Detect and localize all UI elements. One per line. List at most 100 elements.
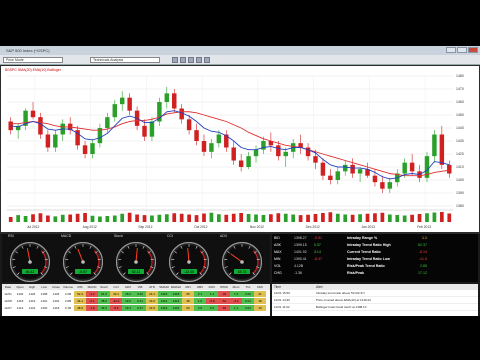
volume-bar [75,213,80,222]
column-header[interactable]: Open [14,284,26,290]
table-cell: 40.1 [110,291,122,297]
table-cell: 0.02 [242,291,254,297]
x-tick-label: Sep 2012 [138,225,152,229]
y-tick-label: 1390 [456,191,464,195]
volume-bar [112,215,117,222]
column-header[interactable]: MACD [86,284,98,290]
log-time: 12/31 14:30 [274,298,290,302]
column-header[interactable]: Date [2,284,14,290]
column-header[interactable]: RSI [74,284,86,290]
zoom-out-icon[interactable] [180,57,186,63]
candle-body [409,162,415,172]
column-header[interactable]: DMI [254,284,266,290]
log-row[interactable]: 12/31 15:59 Intraday trend ratio above 50… [272,290,478,297]
table-cell: 19 [254,305,266,311]
volume-bar [8,217,13,222]
volume-bar [254,214,258,222]
x-tick-label: Aug 2012 [83,225,97,229]
gauge-title: CCI [167,234,174,238]
column-header[interactable]: Mom [230,284,242,290]
price-chart[interactable]: 1480 1470 1460 1450 1440 1430 1420 1410 1400 1390… [1,66,479,232]
table-cell: 1400 [40,306,48,310]
candle-body [238,160,244,167]
volume-bar [246,214,251,222]
table-row[interactable]: 12/27 1419 1422 1400 1418 3.1B 48.9 -1.8 44.0 -8.… [2,305,270,311]
candle-body [112,104,118,118]
table-row[interactable]: 12/31 1402 1426 1398 1426 3.2B 52.4 -1.2 61.3 40.… [2,291,270,297]
maximize-button[interactable] [457,47,467,53]
svg-text:18.73: 18.73 [238,270,247,274]
table-cell: -2.1 [86,298,98,304]
column-header[interactable]: Volume [62,284,74,290]
volume-bar [261,215,266,222]
column-header[interactable]: OBV [194,284,206,290]
column-header[interactable]: ROC [206,284,218,290]
candle-body [127,97,132,111]
gauge-title: ADX [220,234,228,238]
column-header[interactable]: EMA10 [170,284,182,290]
mode-select[interactable]: Price Mode [3,57,63,63]
candle-body [342,164,348,172]
svg-text:-0.97: -0.97 [79,270,87,274]
column-header[interactable]: ATR [146,284,158,290]
table-cell: 12/31 [4,292,12,296]
table-cell: 48.9 [74,305,86,311]
column-header[interactable]: High [26,284,38,290]
volume-bar [23,216,28,222]
table-cell: 0.47 [134,305,146,311]
column-header[interactable]: Low [38,284,50,290]
table-cell: 19.4 [122,305,134,311]
minimize-button[interactable] [446,47,456,53]
volume-bar [313,214,318,222]
gauge-dial: -0.97 [62,241,104,283]
candle-body [447,164,452,174]
zoom-in-icon[interactable] [172,57,178,63]
summary-label: Intraday Range % [347,236,378,240]
log-message: Price crossed above EMA(10) at 1418.22 [316,298,371,302]
log-row[interactable]: 12/31 11:02 Bollinger lower band touch at… [272,304,478,311]
column-header[interactable]: CCI [110,284,122,290]
x-tick-label: Oct 2012 [194,225,208,229]
column-header[interactable]: Trix [242,284,254,290]
log-body: 12/31 15:59 Intraday trend ratio above 50… [272,290,478,311]
table-cell: 1402 [52,299,60,303]
price-chart-pane[interactable]: $GSPC SMA(20) EMA(10) Bollinger 1480 1470… [1,66,479,232]
chart-legend: $GSPC SMA(20) EMA(10) Bollinger [5,68,65,72]
log-row[interactable]: 12/31 14:30 Price crossed above EMA(10) a… [272,297,478,304]
volume-bar [283,213,288,222]
quote-value: 1398.27 [294,236,307,240]
line-tool-icon[interactable] [196,57,202,63]
analysis-select[interactable]: Technicals Analysis [90,57,160,63]
column-header[interactable]: MFI [182,284,194,290]
y-tick-label: 1450 [456,113,464,117]
cursor-icon[interactable] [188,57,194,63]
column-header[interactable]: Close [50,284,62,290]
history-table[interactable]: Date Open High Low Close Volume RSI MACD Stoch CC… [2,284,270,316]
volume-bar [68,214,73,222]
column-header[interactable]: Stoch [98,284,110,290]
volume-bar [46,215,50,222]
table-row[interactable]: 12/28 1418 1419 1401 1402 2.8B 44.1 -2.1 38.2 -22… [2,298,270,304]
column-header[interactable]: SMA20 [158,284,170,290]
settings-icon[interactable] [204,57,210,63]
table-cell: 1416 [158,305,170,311]
volume-bar [231,213,236,222]
volume-bar [53,216,58,222]
column-header[interactable]: ADX [122,284,134,290]
quote-row: CHG -1.36 [274,271,334,277]
close-button[interactable] [468,47,478,53]
volume-bar [335,213,340,222]
table-cell: 1419 [16,306,24,310]
volume-bar [150,215,154,222]
table-cell: 1413 [170,298,182,304]
column-header[interactable]: W%R [218,284,230,290]
candle-body [209,143,214,152]
quote-row: ASK 1399.15 0.37 [274,243,334,249]
column-header[interactable]: %B [134,284,146,290]
candle-body [246,156,251,167]
gauge-panel: RSI 46.42 MACD -0.97 Stoch 52.11 CCI -12… [2,234,270,283]
volume-bar [358,214,362,222]
y-tick-label: 1400 [456,178,464,182]
alerts-log[interactable]: Time Alert 12/31 15:59 Intraday trend rati… [272,284,478,316]
svg-text:-12.40: -12.40 [184,270,194,274]
